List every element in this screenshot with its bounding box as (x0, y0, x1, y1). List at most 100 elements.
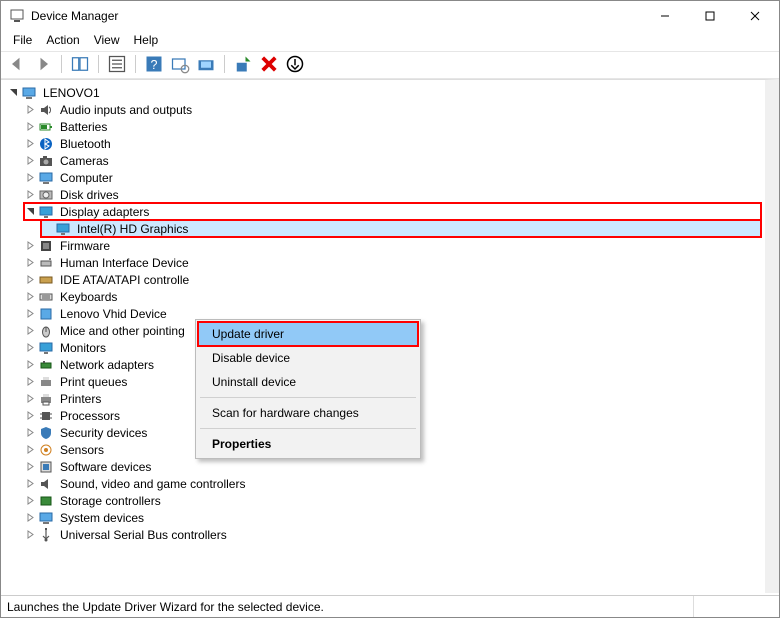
device-tree[interactable]: LENOVO1 Audio inputs and outputs Batteries… (1, 79, 779, 593)
tree-item-label: Mice and other pointing (58, 324, 187, 338)
status-text: Launches the Update Driver Wizard for th… (7, 600, 324, 614)
menu-help[interactable]: Help (134, 33, 159, 47)
chevron-right-icon[interactable] (24, 529, 36, 541)
menu-file[interactable]: File (13, 33, 32, 47)
tree-item[interactable]: Software devices (24, 458, 761, 475)
chevron-down-icon[interactable] (7, 87, 19, 99)
tree-item[interactable]: Bluetooth (24, 135, 761, 152)
tree-item[interactable]: Computer (24, 169, 761, 186)
uninstall-device-icon[interactable] (259, 54, 279, 74)
chevron-right-icon[interactable] (24, 512, 36, 524)
tree-item[interactable]: System devices (24, 509, 761, 526)
tree-item[interactable]: Disk drives (24, 186, 761, 203)
chevron-right-icon[interactable] (24, 121, 36, 133)
chevron-right-icon[interactable] (24, 461, 36, 473)
update-driver-icon[interactable] (196, 54, 216, 74)
properties-icon[interactable] (107, 54, 127, 74)
ctx-disable-device-label: Disable device (212, 351, 290, 365)
usb-icon (38, 527, 54, 543)
mouse-icon (38, 323, 54, 339)
tree-item-label: Security devices (58, 426, 149, 440)
tree-item-label: Computer (58, 171, 115, 185)
tree-item[interactable]: Batteries (24, 118, 761, 135)
display-icon (38, 204, 54, 220)
tree-item[interactable]: Audio inputs and outputs (24, 101, 761, 118)
tree-item[interactable]: Keyboards (24, 288, 761, 305)
chevron-right-icon[interactable] (24, 325, 36, 337)
chevron-right-icon[interactable] (24, 495, 36, 507)
chevron-right-icon[interactable] (24, 240, 36, 252)
app-icon (9, 8, 25, 24)
scan-hardware-icon[interactable] (170, 54, 190, 74)
system-icon (38, 510, 54, 526)
tree-item-label: System devices (58, 511, 146, 525)
sound-icon (38, 476, 54, 492)
tree-child-label: Intel(R) HD Graphics (75, 222, 190, 236)
tree-item[interactable]: Universal Serial Bus controllers (24, 526, 761, 543)
help-icon[interactable]: ? (144, 54, 164, 74)
disable-device-icon[interactable] (285, 54, 305, 74)
ctx-scan-hardware-label: Scan for hardware changes (212, 406, 359, 420)
tree-item-label: Audio inputs and outputs (58, 103, 194, 117)
tree-item-label: Lenovo Vhid Device (58, 307, 169, 321)
camera-icon (38, 153, 54, 169)
ctx-update-driver[interactable]: Update driver (198, 322, 418, 346)
chevron-right-icon[interactable] (24, 359, 36, 371)
chevron-down-icon[interactable] (24, 206, 36, 218)
tree-item[interactable]: Human Interface Device (24, 254, 761, 271)
ctx-disable-device[interactable]: Disable device (198, 346, 418, 370)
ctx-uninstall-device[interactable]: Uninstall device (198, 370, 418, 394)
close-button[interactable] (732, 1, 777, 31)
chevron-right-icon[interactable] (24, 393, 36, 405)
menu-view[interactable]: View (94, 33, 120, 47)
chevron-right-icon[interactable] (24, 172, 36, 184)
svg-text:?: ? (151, 58, 158, 72)
ctx-update-driver-label: Update driver (212, 327, 284, 341)
tree-item[interactable]: Firmware (24, 237, 761, 254)
menu-bar: File Action View Help (1, 31, 779, 51)
show-hide-console-icon[interactable] (70, 54, 90, 74)
tree-item[interactable]: IDE ATA/ATAPI controlle (24, 271, 761, 288)
chevron-right-icon[interactable] (24, 410, 36, 422)
ctx-properties-label: Properties (212, 437, 271, 451)
ctx-separator (200, 397, 416, 398)
chevron-right-icon[interactable] (24, 308, 36, 320)
chevron-right-icon[interactable] (24, 104, 36, 116)
back-button[interactable] (7, 54, 27, 74)
minimize-button[interactable] (642, 1, 687, 31)
hid-icon (38, 255, 54, 271)
chevron-right-icon[interactable] (24, 478, 36, 490)
enable-device-icon[interactable] (233, 54, 253, 74)
forward-button[interactable] (33, 54, 53, 74)
tree-item-label: Batteries (58, 120, 109, 134)
toolbar: ? (1, 51, 779, 79)
ctx-properties[interactable]: Properties (198, 432, 418, 456)
tree-item-label: Storage controllers (58, 494, 163, 508)
bluetooth-icon (38, 136, 54, 152)
tree-item[interactable]: Storage controllers (24, 492, 761, 509)
tree-item-label: Universal Serial Bus controllers (58, 528, 229, 542)
tree-child-item[interactable]: Intel(R) HD Graphics (41, 220, 761, 237)
maximize-button[interactable] (687, 1, 732, 31)
ctx-scan-hardware[interactable]: Scan for hardware changes (198, 401, 418, 425)
processor-icon (38, 408, 54, 424)
chevron-right-icon[interactable] (24, 342, 36, 354)
chevron-right-icon[interactable] (24, 274, 36, 286)
ctx-separator (200, 428, 416, 429)
printqueue-icon (38, 374, 54, 390)
chevron-right-icon[interactable] (24, 155, 36, 167)
chevron-right-icon[interactable] (24, 189, 36, 201)
tree-item[interactable]: Cameras (24, 152, 761, 169)
chevron-right-icon[interactable] (24, 444, 36, 456)
chevron-right-icon[interactable] (24, 376, 36, 388)
chevron-right-icon[interactable] (24, 138, 36, 150)
chevron-right-icon[interactable] (24, 257, 36, 269)
chevron-right-icon[interactable] (24, 427, 36, 439)
software-icon (38, 459, 54, 475)
chevron-right-icon[interactable] (24, 291, 36, 303)
tree-item[interactable]: Display adapters (24, 203, 761, 220)
tree-root-row[interactable]: LENOVO1 (7, 84, 761, 101)
tree-item[interactable]: Sound, video and game controllers (24, 475, 761, 492)
menu-action[interactable]: Action (46, 33, 79, 47)
tree-item-label: Human Interface Device (58, 256, 191, 270)
